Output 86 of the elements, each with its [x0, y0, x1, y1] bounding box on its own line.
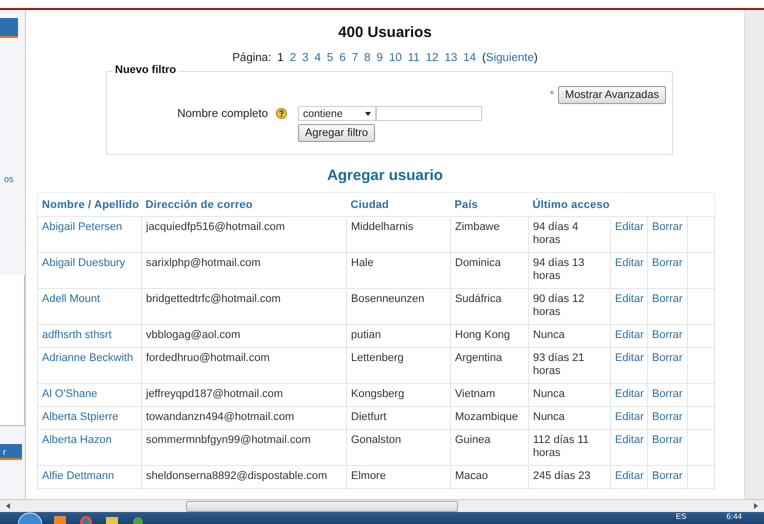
city-cell: Dietfurt	[351, 411, 386, 423]
city-cell: Bosenneunzen	[351, 293, 424, 305]
column-header[interactable]: Dirección de correo	[146, 198, 253, 210]
folder-icon[interactable]	[104, 514, 120, 524]
add-user-link[interactable]: Agregar usuario	[327, 167, 443, 184]
scroll-left-icon[interactable]	[4, 502, 12, 510]
page-link[interactable]: 13	[444, 52, 458, 64]
scroll-thumb[interactable]	[186, 500, 458, 512]
field-label: Nombre completo	[176, 108, 269, 120]
city-cell: Elmore	[351, 470, 386, 482]
pagination-label: Página:	[232, 52, 272, 64]
email-cell: sommermnbfgyn99@hotmail.com	[146, 434, 311, 446]
country-cell: Sudáfrica	[455, 293, 502, 305]
help-icon[interactable]	[276, 108, 287, 119]
email-cell: sheldonserna8892@dispostable.com	[146, 470, 328, 482]
vertical-scrollbar[interactable]	[744, 10, 764, 499]
city-cell: putian	[351, 329, 381, 341]
city-cell: Kongsberg	[351, 388, 404, 400]
network-icon[interactable]	[130, 514, 146, 524]
last-access-cell: Nunca	[533, 388, 565, 400]
last-access-cell: 94 días 4 horas	[533, 221, 578, 246]
page-title: 400 Usuarios	[337, 24, 433, 41]
page-link[interactable]: 11	[408, 52, 420, 64]
required-mark: *	[550, 89, 554, 101]
page-link[interactable]: 3	[302, 52, 308, 64]
last-access-cell: 94 días 13 horas	[533, 257, 584, 282]
page-link[interactable]: 14	[463, 52, 476, 64]
city-cell: Middelharnis	[351, 221, 414, 233]
last-access-cell: 93 días 21 horas	[533, 352, 584, 377]
media-player-icon[interactable]	[52, 514, 68, 524]
email-cell: fordedhruo@hotmail.com	[146, 352, 270, 364]
country-cell: Argentina	[455, 352, 502, 364]
column-header[interactable]: Nombre / Apellido	[42, 198, 140, 210]
show-advanced-button[interactable]: Mostrar Avanzadas	[558, 86, 666, 104]
page-link[interactable]: 7	[352, 52, 358, 64]
last-access-cell: 90 días 12 horas	[533, 293, 584, 318]
country-cell: Mozambique	[455, 411, 518, 423]
operator-dropdown[interactable]: contiene	[298, 106, 376, 121]
page-link[interactable]: 8	[364, 52, 371, 64]
page-link[interactable]: 12	[426, 52, 438, 64]
page-link[interactable]: 10	[388, 52, 402, 64]
email-cell: sarixlphp@hotmail.com	[146, 257, 260, 269]
background-window-tab[interactable]: r	[0, 444, 22, 460]
background-window-text: os	[4, 174, 14, 184]
email-cell: towandanzn494@hotmail.com	[146, 411, 294, 423]
page-link[interactable]: 4	[314, 52, 321, 64]
email-cell: jacquiedfp516@hotmail.com	[146, 221, 285, 233]
language-indicator[interactable]: ES	[676, 512, 686, 521]
last-access-cell: 112 días 11 horas	[533, 434, 589, 459]
city-cell: Gonalston	[351, 434, 402, 446]
email-cell: bridgettedtrfc@hotmail.com	[146, 293, 281, 305]
country-cell: Dominica	[455, 257, 501, 269]
current-page[interactable]: 1	[277, 52, 284, 64]
column-header[interactable]: Último acceso	[532, 198, 610, 210]
input-field[interactable]	[376, 106, 482, 121]
email-cell: jeffreyqpd187@hotmail.com	[146, 388, 283, 400]
last-access-cell: Nunca	[533, 411, 565, 423]
country-cell: Guinea	[455, 434, 490, 446]
last-access-cell: 245 días 23	[533, 470, 590, 482]
user-name-link[interactable]: Adell Mount	[42, 293, 100, 305]
country-cell: Hong Kong	[455, 329, 510, 341]
page-link[interactable]: 9	[376, 52, 383, 64]
background-window-icon[interactable]	[0, 18, 18, 38]
country-cell: Macao	[455, 470, 488, 482]
page-link[interactable]: 5	[326, 52, 334, 64]
fieldset-legend: Nuevo filtro	[113, 64, 178, 76]
browser-icon[interactable]	[78, 514, 94, 524]
add-filter-button[interactable]: Agregar filtro	[298, 124, 375, 142]
scroll-right-icon[interactable]	[752, 502, 760, 510]
column-header[interactable]: Ciudad	[350, 198, 389, 210]
city-cell: Lettenberg	[351, 352, 404, 364]
last-access-cell: Nunca	[533, 329, 565, 341]
next-page-link[interactable]: Siguiente	[486, 52, 534, 64]
email-cell: vbblogag@aol.com	[146, 329, 240, 341]
city-cell: Hale	[351, 257, 374, 269]
page-link[interactable]: 6	[339, 52, 346, 64]
bracket: )	[534, 52, 538, 64]
bracket: (	[482, 52, 486, 64]
start-orb-icon[interactable]	[18, 512, 42, 524]
country-cell: Zimbawe	[455, 221, 500, 233]
column-header[interactable]: País	[454, 198, 478, 210]
country-cell: Vietnam	[455, 388, 496, 400]
page-link[interactable]: 2	[290, 52, 296, 64]
caret-icon	[365, 112, 371, 116]
clock[interactable]: 6:44	[726, 512, 742, 521]
horizontal-scrollbar[interactable]	[0, 499, 764, 512]
